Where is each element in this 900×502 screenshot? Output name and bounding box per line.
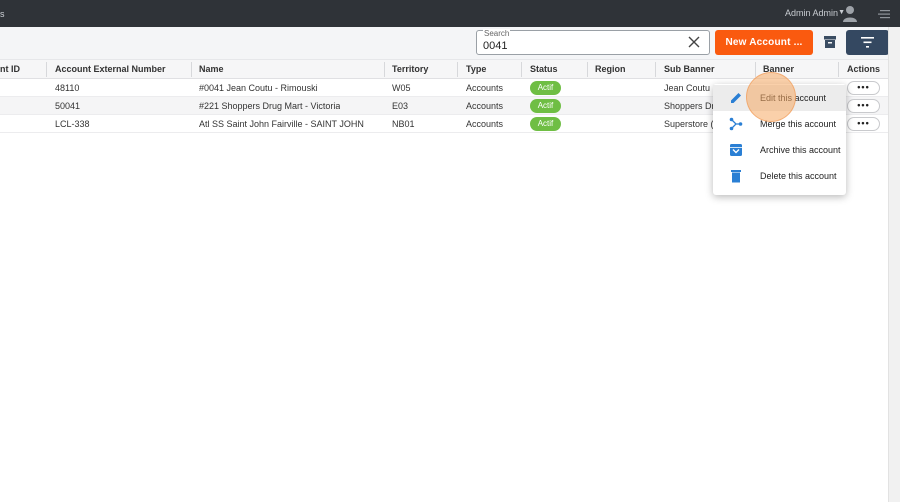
name-cell: #221 Shoppers Drug Mart - Victoria (199, 101, 341, 111)
menu-item-label: Delete this account (760, 171, 837, 181)
user-icon[interactable] (842, 5, 858, 22)
row-actions-button[interactable]: ••• (847, 99, 880, 113)
toolbar: Search New Account ... (0, 27, 890, 60)
column-header-name[interactable]: Name (199, 64, 224, 74)
column-header-region[interactable]: Region (595, 64, 626, 74)
table-header: nt ID Account External Number Name Terri… (0, 60, 888, 79)
menu-item-label: Archive this account (760, 145, 841, 155)
pencil-icon (731, 93, 741, 103)
territory-cell: E03 (392, 101, 409, 111)
status-badge: Actif (530, 99, 561, 113)
column-divider (587, 62, 588, 77)
name-cell: Atl SS Saint John Fairville - SAINT JOHN (199, 119, 364, 129)
column-divider (521, 62, 522, 77)
column-header-type[interactable]: Type (466, 64, 486, 74)
sub-banner-cell: Shoppers Dr (664, 101, 714, 111)
filter-button[interactable] (846, 30, 889, 55)
new-account-button[interactable]: New Account ... (715, 30, 813, 55)
column-header-account-id[interactable]: nt ID (0, 64, 20, 74)
name-cell: #0041 Jean Coutu - Rimouski (199, 83, 318, 93)
filter-icon (861, 37, 874, 48)
type-cell: Accounts (466, 83, 504, 93)
close-icon[interactable] (688, 36, 700, 48)
territory-cell: W05 (392, 83, 411, 93)
click-indicator (746, 72, 796, 122)
search-field[interactable]: Search (476, 29, 710, 55)
status-badge: Actif (530, 81, 561, 95)
merge-icon (729, 117, 743, 131)
menu-icon[interactable] (878, 8, 890, 20)
row-actions-button[interactable]: ••• (847, 117, 880, 131)
search-input[interactable] (483, 40, 673, 52)
trash-icon (731, 170, 741, 183)
app-title-fragment: s (0, 9, 5, 19)
external-number-cell: LCL-338 (55, 119, 90, 129)
column-divider (755, 62, 756, 77)
column-divider (191, 62, 192, 77)
type-cell: Accounts (466, 101, 504, 111)
menu-item-delete-account[interactable]: Delete this account (713, 163, 846, 189)
vertical-scrollbar[interactable] (888, 27, 900, 502)
external-number-cell: 48110 (55, 83, 80, 93)
sub-banner-cell: Superstore (2 (664, 119, 714, 129)
top-bar: s Admin Admin ▼ (0, 0, 900, 27)
sub-banner-cell: Jean Coutu ( (664, 83, 714, 93)
column-divider (655, 62, 656, 77)
search-label: Search (483, 29, 511, 38)
archive-icon[interactable] (823, 35, 837, 49)
territory-cell: NB01 (392, 119, 415, 129)
column-divider (838, 62, 839, 77)
row-actions-button[interactable]: ••• (847, 81, 880, 95)
menu-item-archive-account[interactable]: Archive this account (713, 137, 846, 163)
column-header-sub-banner[interactable]: Sub Banner (664, 64, 715, 74)
column-header-external-number[interactable]: Account External Number (55, 64, 166, 74)
column-header-actions: Actions (847, 64, 881, 74)
column-header-territory[interactable]: Territory (392, 64, 428, 74)
column-divider (457, 62, 458, 77)
external-number-cell: 50041 (55, 101, 81, 111)
column-header-status[interactable]: Status (530, 64, 558, 74)
column-divider (46, 62, 47, 77)
column-divider (384, 62, 385, 77)
archive-icon (730, 144, 742, 156)
type-cell: Accounts (466, 119, 504, 129)
status-badge: Actif (530, 117, 561, 131)
user-name[interactable]: Admin Admin (785, 8, 838, 18)
